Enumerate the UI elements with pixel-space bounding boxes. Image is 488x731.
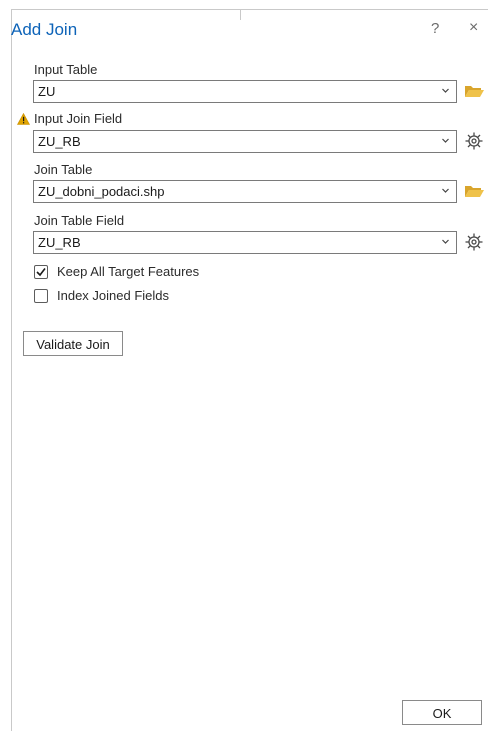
join-table-label: Join Table — [34, 162, 93, 177]
input-table-combo[interactable]: ZU — [33, 80, 457, 103]
ok-button[interactable]: OK — [402, 700, 482, 725]
join-table-field-combo[interactable]: ZU_RB — [33, 231, 457, 254]
folder-open-icon[interactable] — [464, 181, 484, 201]
join-table-value: ZU_dobni_podaci.shp — [38, 184, 165, 199]
chevron-down-icon[interactable] — [441, 136, 450, 145]
warning-icon — [17, 113, 30, 125]
join-table-combo[interactable]: ZU_dobni_podaci.shp — [33, 180, 457, 203]
validate-join-button[interactable]: Validate Join — [23, 331, 123, 356]
input-join-field-value: ZU_RB — [38, 134, 81, 149]
index-joined-fields-label: Index Joined Fields — [57, 288, 170, 303]
index-joined-fields-checkbox[interactable] — [34, 289, 48, 303]
input-join-field-combo[interactable]: ZU_RB — [33, 130, 457, 153]
chevron-down-icon[interactable] — [441, 237, 450, 246]
input-table-value: ZU — [38, 84, 56, 99]
gear-icon[interactable] — [464, 131, 484, 151]
folder-open-icon[interactable] — [464, 81, 484, 101]
chevron-down-icon[interactable] — [441, 86, 450, 95]
dialog-title: Add Join — [11, 20, 78, 39]
keep-all-target-features-checkbox[interactable] — [34, 265, 48, 279]
input-table-label: Input Table — [34, 62, 98, 77]
close-button[interactable]: × — [469, 19, 478, 37]
input-join-field-label: Input Join Field — [34, 111, 123, 126]
checkmark-icon — [36, 268, 46, 277]
chevron-down-icon[interactable] — [441, 186, 450, 195]
join-table-field-label: Join Table Field — [34, 213, 125, 228]
gear-icon[interactable] — [464, 232, 484, 252]
join-table-field-value: ZU_RB — [38, 235, 81, 250]
top-strip — [12, 10, 241, 20]
help-button[interactable]: ? — [431, 20, 439, 37]
keep-all-target-features-label: Keep All Target Features — [57, 264, 200, 279]
